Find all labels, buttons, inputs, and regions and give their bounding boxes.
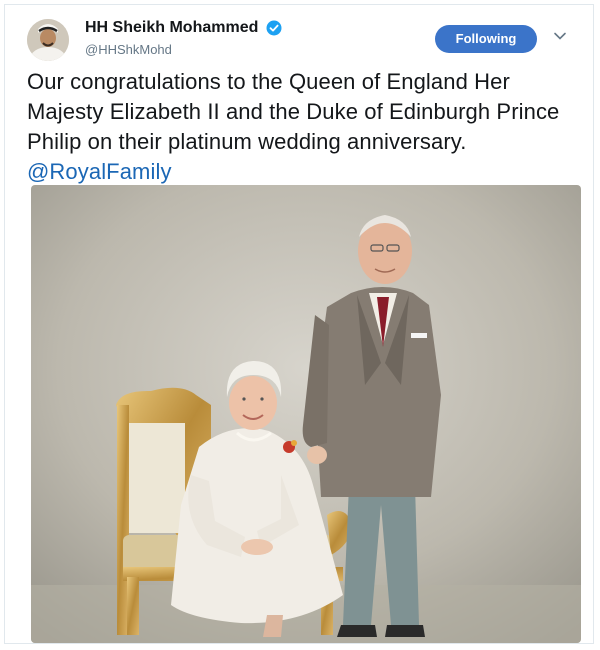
tweet-photo[interactable]: [31, 185, 581, 643]
tweet-header: HH Sheikh Mohammed @HHShkMohd Following: [27, 19, 571, 61]
tweet-body: Our congratulations to the Queen of Engl…: [27, 69, 560, 154]
author-block: HH Sheikh Mohammed @HHShkMohd: [85, 19, 282, 57]
mention-link[interactable]: @RoyalFamily: [27, 159, 172, 184]
tweet-text: Our congratulations to the Queen of Engl…: [27, 67, 587, 187]
author-name[interactable]: HH Sheikh Mohammed: [85, 19, 258, 37]
author-avatar[interactable]: [27, 19, 69, 61]
author-handle[interactable]: @HHShkMohd: [85, 42, 282, 57]
verified-badge-icon: [266, 20, 282, 36]
chevron-down-icon[interactable]: [553, 29, 567, 43]
tweet-card: HH Sheikh Mohammed @HHShkMohd Following …: [4, 4, 594, 644]
following-button[interactable]: Following: [435, 25, 537, 53]
portrait-photo: [31, 185, 581, 643]
